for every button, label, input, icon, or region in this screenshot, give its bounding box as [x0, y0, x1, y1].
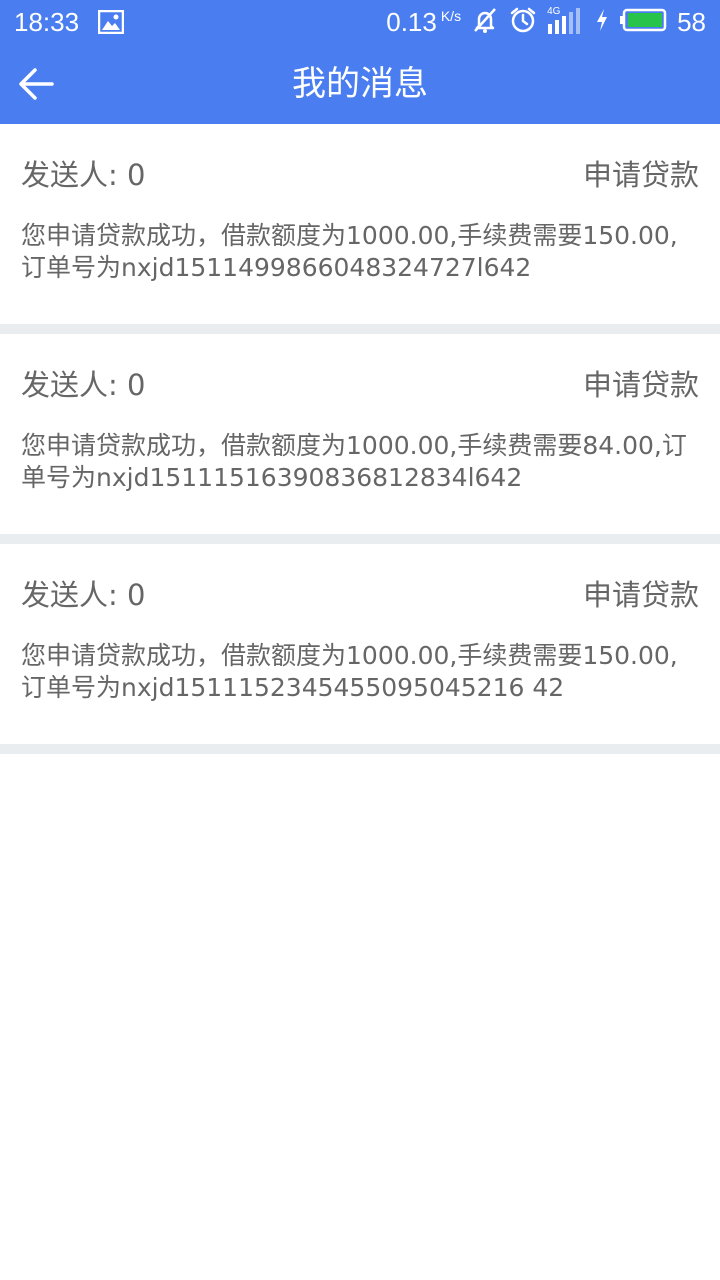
battery-icon	[619, 8, 667, 37]
signal-4g-icon: 4G	[547, 6, 585, 36]
message-body: 您申请贷款成功，借款额度为1000.00,手续费需要150.00,订单号为nxj…	[21, 641, 678, 702]
message-type: 申请贷款	[582, 368, 699, 402]
battery-level: 58	[677, 7, 706, 37]
message-item[interactable]: 发送人: 0 申请贷款 您申请贷款成功，借款额度为1000.00,手续费需要15…	[0, 544, 720, 754]
message-list: 发送人: 0 申请贷款 您申请贷款成功，借款额度为1000.00,手续费需要15…	[0, 124, 720, 754]
status-time: 18:33	[14, 7, 80, 37]
message-item[interactable]: 发送人: 0 申请贷款 您申请贷款成功，借款额度为1000.00,手续费需要84…	[0, 334, 720, 544]
message-sender: 发送人: 0	[21, 368, 146, 402]
bell-muted-icon	[471, 6, 499, 39]
message-body: 您申请贷款成功，借款额度为1000.00,手续费需要150.00,订单号为nxj…	[21, 221, 678, 282]
message-sender: 发送人: 0	[21, 578, 146, 612]
image-notification-icon	[97, 9, 125, 38]
status-bar: 18:33 0.13 K/s 4G 58	[0, 0, 720, 44]
network-speed-unit: K/s	[440, 8, 462, 24]
charging-bolt-icon	[595, 8, 609, 37]
message-sender: 发送人: 0	[21, 158, 146, 192]
alarm-clock-icon	[509, 6, 537, 39]
status-right-group: 0.13 K/s 4G 58	[386, 6, 706, 39]
network-speed: 0.13 K/s	[386, 7, 461, 37]
app-bar: 我的消息	[0, 44, 720, 124]
message-type: 申请贷款	[582, 578, 699, 612]
message-item[interactable]: 发送人: 0 申请贷款 您申请贷款成功，借款额度为1000.00,手续费需要15…	[0, 124, 720, 334]
message-type: 申请贷款	[582, 158, 699, 192]
network-speed-value: 0.13	[386, 7, 437, 37]
message-body: 您申请贷款成功，借款额度为1000.00,手续费需要84.00,订单号为nxjd…	[21, 431, 687, 492]
page-title: 我的消息	[292, 64, 428, 104]
